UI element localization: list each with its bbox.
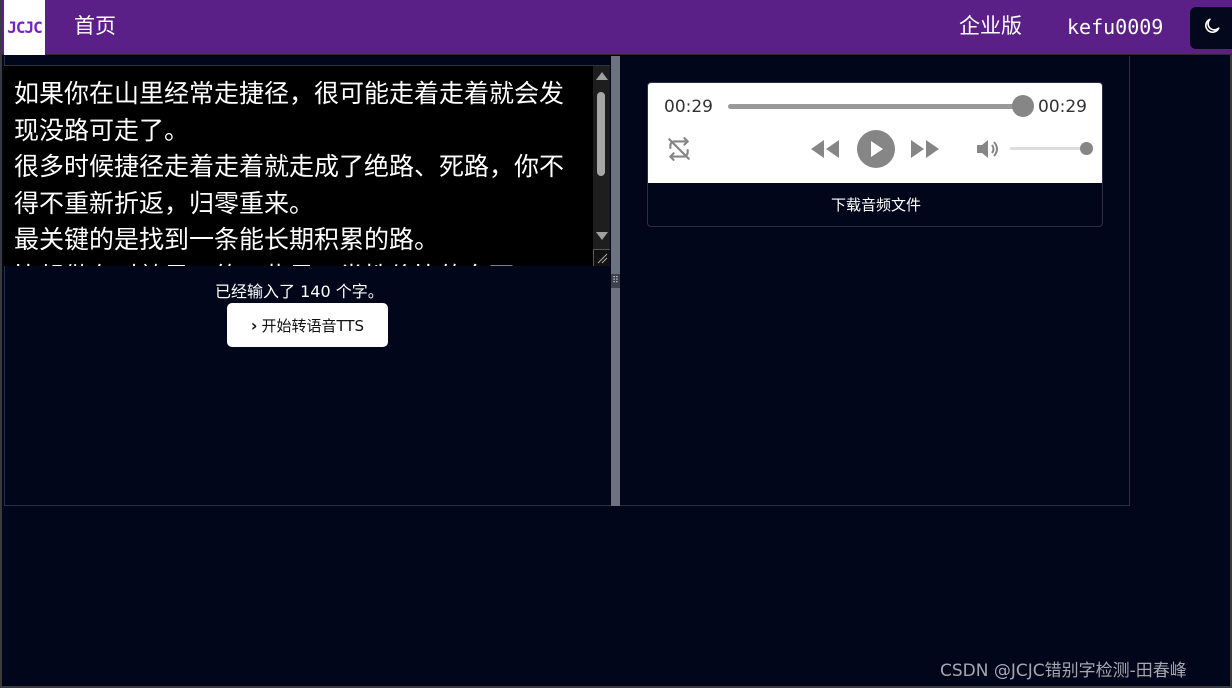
loop-off-icon[interactable] — [664, 133, 694, 165]
text-input-content[interactable]: 如果你在山里经常走捷径，很可能走着走着就会发现没路可走了。 很多时候捷径走着走着… — [14, 76, 586, 266]
char-count: 已经输入了 140 个字。 — [215, 282, 384, 301]
audio-player-card: 00:29 00:29 下载音频文件 — [647, 82, 1103, 227]
progress-handle[interactable] — [1012, 95, 1034, 117]
start-tts-label: 开始转语音TTS — [261, 316, 365, 335]
chevron-right-icon: › — [250, 315, 258, 335]
logo[interactable]: JCJC — [4, 0, 45, 55]
total-time: 00:29 — [1038, 97, 1087, 117]
textarea-resize-grip-icon[interactable] — [593, 249, 610, 266]
top-navbar: JCJC 首页 企业版 kefu0009 — [2, 0, 1232, 55]
current-time: 00:29 — [664, 97, 713, 117]
volume-icon[interactable] — [974, 135, 1002, 163]
nav-enterprise-link[interactable]: 企业版 — [959, 0, 1022, 55]
user-name[interactable]: kefu0009 — [1067, 0, 1163, 55]
start-tts-button[interactable]: › 开始转语音TTS — [227, 303, 388, 347]
rewind-icon[interactable] — [808, 135, 842, 163]
moon-icon — [1202, 16, 1222, 40]
theme-toggle-button[interactable] — [1190, 7, 1232, 49]
scroll-up-arrow-icon[interactable] — [596, 72, 608, 80]
scroll-down-arrow-icon[interactable] — [596, 232, 608, 240]
audio-player: 00:29 00:29 — [648, 83, 1102, 183]
textarea-scrollbar[interactable] — [593, 66, 610, 266]
watermark: CSDN @JCJC错别字检测-田春峰 — [940, 661, 1187, 681]
volume-slider[interactable] — [1010, 147, 1086, 150]
play-icon[interactable] — [857, 130, 895, 168]
fast-forward-icon[interactable] — [908, 135, 942, 163]
text-input-area[interactable]: 如果你在山里经常走捷径，很可能走着走着就会发现没路可走了。 很多时候捷径走着走着… — [4, 65, 610, 266]
download-audio-link[interactable]: 下载音频文件 — [648, 183, 1102, 226]
splitter-grip-icon[interactable]: ⠿ — [611, 274, 620, 288]
volume-slider-handle[interactable] — [1080, 142, 1093, 155]
nav-home-link[interactable]: 首页 — [74, 0, 116, 55]
scrollbar-thumb[interactable] — [597, 92, 605, 176]
progress-bar[interactable] — [728, 104, 1024, 109]
